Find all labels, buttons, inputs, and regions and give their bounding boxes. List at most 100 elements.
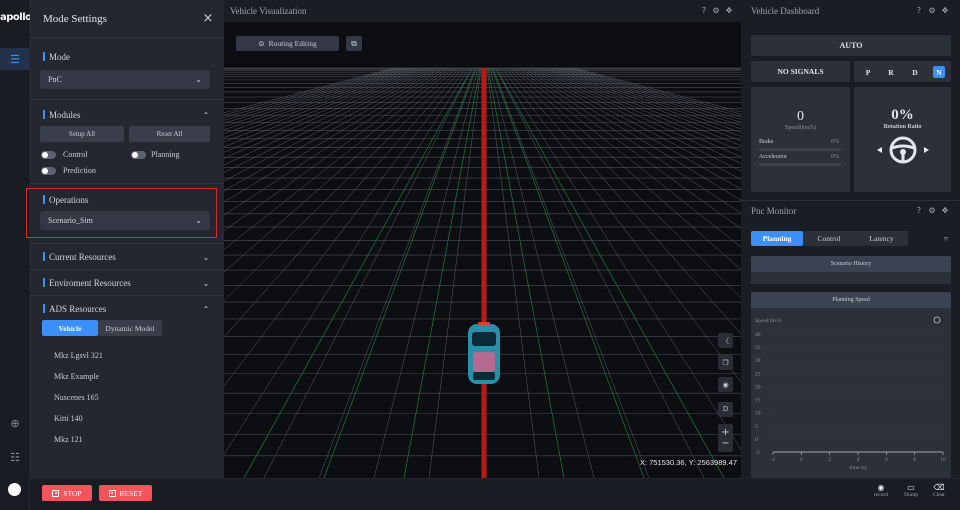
grid-line xyxy=(489,67,595,479)
zoom-out-icon[interactable]: − xyxy=(721,438,729,449)
operations-select[interactable]: Scenario_Sim ⌄ xyxy=(40,211,210,230)
chevron-up-icon[interactable]: ⌃ xyxy=(201,305,211,315)
control-label: Control xyxy=(63,150,88,159)
current-resources-title[interactable]: Current Resources xyxy=(43,252,116,262)
help-icon[interactable]: ⊕ xyxy=(0,412,30,434)
y-tick-label: 0 xyxy=(755,437,758,443)
accelerator-value: 0% xyxy=(831,154,839,160)
lane-line xyxy=(487,67,565,479)
move-icon[interactable]: ✥ xyxy=(940,6,950,16)
copy-icon[interactable]: ❐ xyxy=(718,355,733,370)
help-icon[interactable]: ? xyxy=(914,6,924,16)
rotation-value: 0% xyxy=(891,107,914,123)
zoom-control[interactable]: + − xyxy=(718,424,733,452)
grid-line xyxy=(0,67,407,192)
mode-settings-title: Mode Settings xyxy=(43,13,107,25)
view-2d-icon[interactable]: D xyxy=(718,402,733,417)
grid-line xyxy=(0,67,428,246)
grid-line xyxy=(522,67,960,334)
reset-all-button[interactable]: Reset All xyxy=(129,126,210,142)
vehicle-item[interactable]: Mkz Lgsvl 321 xyxy=(54,351,103,360)
planning-speed-chart-card: Speed (m/s) 40 35 30 25 20 15 10 5 0 -5 -2 0 2 4 6 8 10 ti… xyxy=(751,308,951,478)
grid-line xyxy=(0,67,398,177)
stop-button[interactable]: STOP xyxy=(42,485,92,501)
vehicle-item[interactable]: Mkz Example xyxy=(54,372,99,381)
layers-icon[interactable]: ☰ xyxy=(0,48,30,70)
folder-icon: ▭ xyxy=(907,483,915,492)
route-toggle-button[interactable]: ⧉ xyxy=(346,36,362,51)
rotation-card: 0% Rotation Ratio xyxy=(854,87,951,192)
chevron-up-icon[interactable]: ⌃ xyxy=(201,111,211,121)
grid-line xyxy=(486,67,540,479)
move-icon[interactable]: ✥ xyxy=(724,6,734,16)
y-tick-label: 10 xyxy=(755,411,761,417)
vehicle-item[interactable]: Kitti 140 xyxy=(54,414,83,423)
grid-line xyxy=(498,67,760,479)
x-tick-label: 10 xyxy=(940,457,946,463)
gear-icon[interactable]: ⚙ xyxy=(711,6,721,16)
y-axis-label: Speed (m/s) xyxy=(755,317,782,324)
setup-all-button[interactable]: Setup All xyxy=(40,126,124,142)
gear-icon[interactable]: ⚙ xyxy=(927,6,937,16)
x-tick-label: 8 xyxy=(913,457,916,463)
x-tick-label: 6 xyxy=(885,457,888,463)
grid-line xyxy=(519,67,960,358)
road-grid xyxy=(0,67,960,479)
help-icon[interactable]: ? xyxy=(699,6,709,16)
reset-button[interactable]: RESET xyxy=(99,485,152,501)
chevron-down-icon[interactable]: ⌄ xyxy=(201,253,211,263)
divider xyxy=(30,99,224,100)
measure-icon[interactable]: 〈 xyxy=(718,333,733,348)
record-button[interactable]: ◉ record xyxy=(870,483,892,498)
tab-vehicle[interactable]: Vehicle xyxy=(42,320,98,336)
environment-resources-title[interactable]: Enviroment Resources xyxy=(43,278,131,288)
layer-icon[interactable]: ◉ xyxy=(718,377,733,392)
scenario-history-header: Scenario History xyxy=(751,256,951,272)
gear-n-active: N xyxy=(933,66,945,78)
move-icon[interactable]: ✥ xyxy=(940,206,950,216)
lane-line xyxy=(323,67,477,479)
prediction-toggle[interactable] xyxy=(41,167,56,175)
trash-icon: ⌫ xyxy=(933,483,945,492)
brake-bar xyxy=(759,148,841,151)
vehicle-visualization-canvas[interactable] xyxy=(0,0,960,479)
mode-section-title: Mode xyxy=(43,52,70,62)
divider xyxy=(30,243,224,244)
grid-line xyxy=(0,67,425,236)
grid-line xyxy=(0,67,419,219)
routing-editing-button[interactable]: ⊜ Routing Editing xyxy=(236,36,339,51)
user-avatar[interactable] xyxy=(8,483,21,496)
x-tick-label: -2 xyxy=(771,457,776,463)
grid-line xyxy=(0,67,458,469)
tab-latency[interactable]: Latency xyxy=(855,231,908,246)
zoom-in-icon[interactable]: + xyxy=(721,427,729,438)
tab-planning[interactable]: Planning xyxy=(751,231,803,246)
vehicle-item[interactable]: Nuscenes 165 xyxy=(54,393,99,402)
settings-list-icon[interactable]: ☷ xyxy=(0,446,30,468)
grid-line xyxy=(0,67,437,284)
y-tick-label: 5 xyxy=(755,424,758,430)
accelerator-bar xyxy=(759,163,841,166)
gear-icon[interactable]: ⚙ xyxy=(927,206,937,216)
vehicle-item[interactable]: Mkz 121 xyxy=(54,435,83,444)
grid-line xyxy=(492,67,650,479)
planning-toggle[interactable] xyxy=(131,151,146,159)
mode-select[interactable]: PnC ⌄ xyxy=(40,70,210,89)
help-icon[interactable]: ? xyxy=(914,206,924,216)
chevron-down-icon: ⌄ xyxy=(195,216,202,225)
grid-line xyxy=(0,67,416,211)
dump-button[interactable]: ▭ Dump xyxy=(900,483,922,498)
rotation-label: Rotation Ratio xyxy=(883,124,922,130)
chevron-down-icon[interactable]: ⌄ xyxy=(201,279,211,289)
grid-line xyxy=(318,67,476,479)
grid-line xyxy=(495,67,705,479)
tab-control[interactable]: Control xyxy=(803,231,855,246)
close-icon[interactable]: × xyxy=(201,12,215,26)
planning-speed-chart: Speed (m/s) 40 35 30 25 20 15 10 5 0 -5 -2 0 2 4 6 8 10 ti… xyxy=(755,316,946,471)
tab-dynamic-model[interactable]: Dynamic Model xyxy=(98,320,162,336)
filter-icon[interactable]: ▿ xyxy=(941,234,951,244)
control-toggle[interactable] xyxy=(41,151,56,159)
apollo-logo: apollo xyxy=(0,12,32,23)
grid-line xyxy=(567,67,960,179)
clear-button[interactable]: ⌫ Clear xyxy=(928,483,950,498)
